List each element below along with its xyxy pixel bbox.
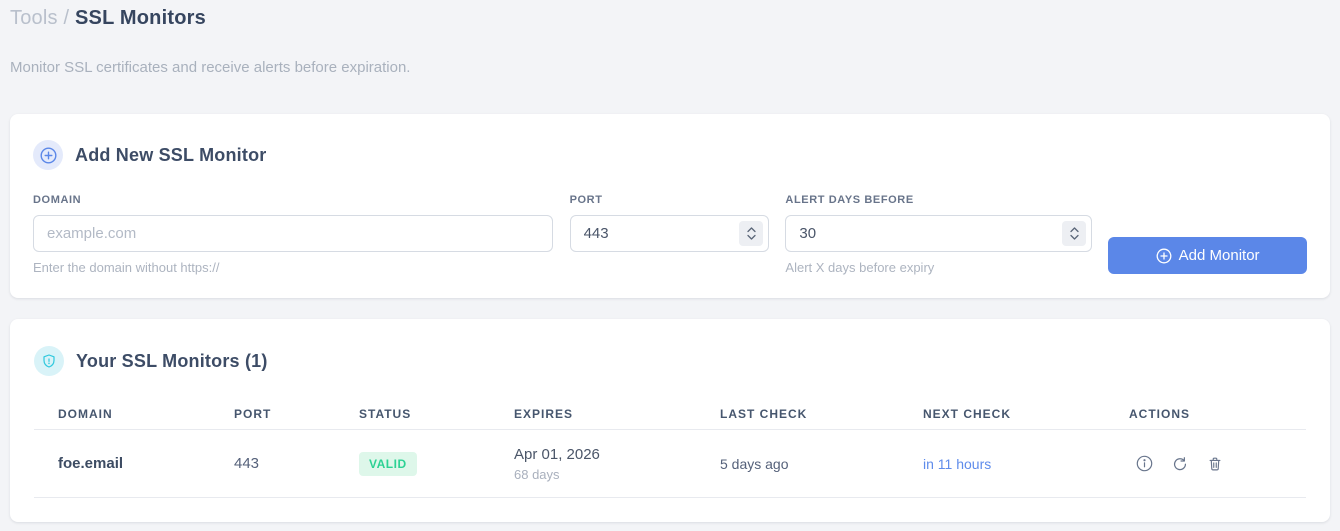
circle-plus-icon <box>33 140 63 170</box>
table-header-row: DOMAIN PORT STATUS EXPIRES LAST CHECK NE… <box>34 399 1306 430</box>
cell-status: VALID <box>359 451 514 476</box>
expires-days-remaining: 68 days <box>514 466 560 482</box>
alert-days-helper: Alert X days before expiry <box>785 260 935 275</box>
header-domain: DOMAIN <box>58 407 113 421</box>
alert-days-input[interactable] <box>785 215 1093 252</box>
port-label: PORT <box>569 194 603 206</box>
add-monitor-button[interactable]: Add Monitor <box>1108 237 1308 274</box>
cell-next-check: in 11 hours <box>923 455 992 472</box>
domain-input[interactable] <box>33 215 553 252</box>
alert-days-stepper[interactable] <box>1062 221 1087 246</box>
page-subtitle: Monitor SSL certificates and receive ale… <box>10 59 411 76</box>
add-monitor-header: Add New SSL Monitor <box>33 140 1307 170</box>
cell-port: 443 <box>234 455 260 472</box>
expires-date: Apr 01, 2026 <box>514 445 600 463</box>
add-monitor-title: Add New SSL Monitor <box>75 144 267 165</box>
alert-days-label: ALERT DAYS BEFORE <box>785 194 914 206</box>
breadcrumb: Tools / SSL Monitors <box>0 0 1340 30</box>
monitors-table: DOMAIN PORT STATUS EXPIRES LAST CHECK NE… <box>34 399 1306 498</box>
status-badge: VALID <box>359 451 417 476</box>
domain-label: DOMAIN <box>33 194 82 206</box>
header-port: PORT <box>234 407 272 421</box>
add-monitor-card: Add New SSL Monitor DOMAIN Enter the dom… <box>10 114 1330 298</box>
breadcrumb-section[interactable]: Tools <box>10 7 58 29</box>
alert-days-field-group: ALERT DAYS BEFORE Alert X days before ex… <box>785 194 1093 275</box>
shield-icon <box>34 346 64 376</box>
header-expires: EXPIRES <box>514 407 574 421</box>
add-monitor-form: DOMAIN Enter the domain without https://… <box>33 194 1308 275</box>
cell-domain: foe.email <box>58 455 124 472</box>
add-monitor-button-label: Add Monitor <box>1178 247 1260 264</box>
port-stepper[interactable] <box>739 221 764 246</box>
trash-icon[interactable] <box>1205 454 1225 474</box>
monitors-title: Your SSL Monitors (1) <box>76 350 268 371</box>
header-next-check: NEXT CHECK <box>923 407 1012 421</box>
monitors-card: Your SSL Monitors (1) DOMAIN PORT STATUS… <box>10 319 1330 522</box>
header-actions: ACTIONS <box>1129 407 1190 421</box>
breadcrumb-separator: / <box>63 7 70 29</box>
cell-expires: Apr 01, 2026 68 days <box>514 446 720 482</box>
domain-field-group: DOMAIN Enter the domain without https:// <box>33 194 553 275</box>
domain-helper: Enter the domain without https:// <box>33 260 220 275</box>
port-field-group: PORT <box>569 194 770 252</box>
table-row: foe.email 443 VALID Apr 01, 2026 68 days… <box>34 430 1306 498</box>
header-status: STATUS <box>359 407 412 421</box>
circle-plus-icon <box>1156 248 1172 264</box>
ssl-monitors-page: Tools / SSL Monitors Monitor SSL certifi… <box>0 0 1340 531</box>
cell-actions <box>1129 453 1306 474</box>
refresh-icon[interactable] <box>1170 454 1190 474</box>
header-last-check: LAST CHECK <box>720 407 808 421</box>
cell-last-check: 5 days ago <box>720 455 789 472</box>
page-title: SSL Monitors <box>75 7 206 29</box>
monitors-header: Your SSL Monitors (1) <box>34 346 1306 376</box>
info-icon[interactable] <box>1134 453 1155 474</box>
